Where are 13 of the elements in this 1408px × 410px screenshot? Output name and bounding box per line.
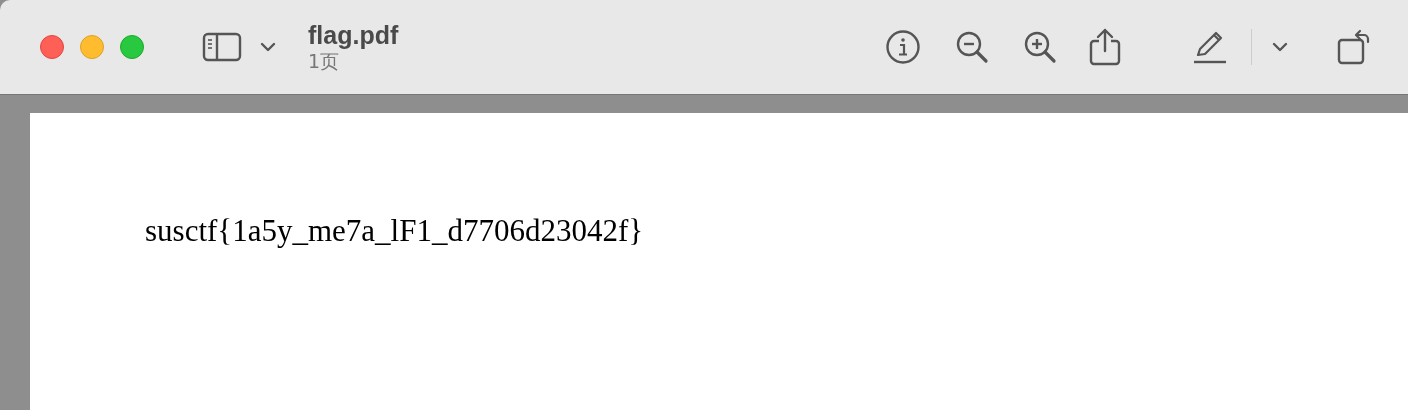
zoom-in-icon[interactable] — [1022, 29, 1058, 65]
document-text: susctf{1a5y_me7a_lF1_d7706d23042f} — [145, 213, 644, 248]
info-icon[interactable] — [885, 29, 921, 65]
sidebar-icon[interactable] — [202, 32, 242, 62]
chevron-down-icon[interactable] — [260, 42, 276, 52]
window-title: flag.pdf — [308, 21, 399, 49]
zoom-out-icon[interactable] — [954, 29, 990, 65]
share-icon[interactable] — [1088, 27, 1122, 67]
rotate-icon[interactable] — [1336, 28, 1372, 66]
close-button[interactable] — [40, 35, 64, 59]
pen-icon[interactable] — [1192, 29, 1228, 65]
page-count: 1页 — [308, 49, 341, 73]
chevron-down-icon[interactable] — [1272, 42, 1288, 52]
